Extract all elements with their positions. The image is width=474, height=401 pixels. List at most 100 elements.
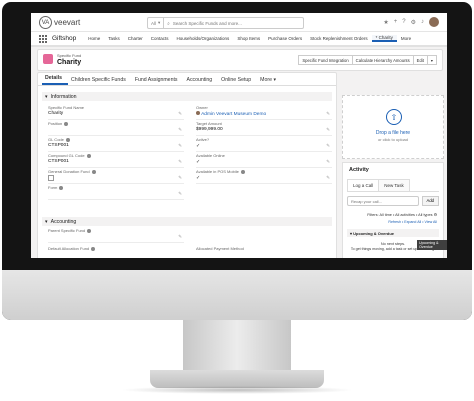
add-button[interactable]: Add: [421, 196, 439, 206]
pencil-icon[interactable]: ✎: [326, 111, 330, 117]
logo-text: veevart: [54, 18, 81, 27]
file-upload-dropzone[interactable]: ⇧ Drop a file here or click to upload: [342, 95, 444, 159]
nav-item-shop-items[interactable]: Shop Items: [233, 36, 264, 41]
accounting-fields: Parent Specific Fund ✎: [38, 226, 336, 246]
tab-details[interactable]: Details: [42, 75, 69, 85]
filters-text: Filters: All time • All activities • All…: [367, 213, 433, 217]
unchecked-icon: [48, 175, 54, 181]
tab-fund-assignments[interactable]: Fund Assignments: [132, 77, 184, 85]
info-icon[interactable]: [64, 121, 69, 126]
gear-icon[interactable]: ⚙: [411, 19, 416, 26]
global-header: VA veevart All ▾ ⌕ ★ + ? ⚙ ♪: [31, 13, 447, 32]
field-available-pos: Available in POS Mobile ✓ ✎: [196, 169, 332, 184]
upcoming-heading: Upcoming & Overdue: [353, 230, 395, 236]
tab-accounting[interactable]: Accounting: [184, 77, 219, 85]
tab-new-task[interactable]: New Task: [378, 179, 410, 191]
pencil-icon[interactable]: ✎: [326, 175, 330, 181]
nav-item-tasks[interactable]: Tasks: [104, 36, 124, 41]
pencil-icon[interactable]: ✎: [178, 111, 182, 117]
tab-online-setup[interactable]: Online Setup: [218, 77, 257, 85]
activity-refresh-links[interactable]: Refresh • Expand All • View All: [343, 220, 437, 224]
info-icon[interactable]: [91, 169, 96, 174]
pencil-icon[interactable]: ✎: [178, 234, 182, 240]
pencil-icon[interactable]: ✎: [178, 159, 182, 165]
record-tabs: Details Children Specific Funds Fund Ass…: [38, 73, 336, 86]
pencil-icon[interactable]: ✎: [326, 159, 330, 165]
search-input[interactable]: [169, 20, 296, 26]
nav-item-households[interactable]: Households/Organizations: [173, 36, 234, 41]
owner-link[interactable]: Admin Veevart Museum Demo: [201, 112, 266, 117]
info-icon[interactable]: [86, 153, 91, 158]
stand-shadow: [120, 386, 354, 394]
info-icon[interactable]: [87, 228, 92, 233]
field-value: ✓: [196, 143, 332, 149]
app-launcher-icon[interactable]: [39, 34, 47, 43]
add-icon[interactable]: +: [394, 19, 398, 25]
checked-icon: ✓: [196, 159, 201, 165]
info-icon[interactable]: [240, 169, 245, 174]
veevart-logo[interactable]: VA veevart: [39, 16, 80, 29]
field-value: $999,999.00: [196, 127, 223, 132]
chevron-down-icon: ▾: [45, 218, 48, 225]
edit-button[interactable]: Edit: [413, 55, 428, 65]
field-label-text: Form: [48, 185, 58, 190]
nav-item-stock-replenishment[interactable]: Stock Replenishment Orders: [306, 36, 372, 41]
pencil-icon[interactable]: ✎: [326, 143, 330, 149]
field-label-text: Default Allocation Fund: [48, 246, 90, 251]
checked-icon: ✓: [196, 175, 201, 181]
calculate-hierarchy-button[interactable]: Calculate Hierarchy Amounts: [352, 55, 414, 65]
pencil-icon[interactable]: ✎: [178, 143, 182, 149]
field-value: [48, 175, 184, 183]
search-scope-select[interactable]: All ▾: [148, 18, 165, 28]
tab-children-funds[interactable]: Children Specific Funds: [68, 77, 132, 85]
field-label: Compound GL Code: [48, 153, 184, 158]
field-label: Owner: [196, 105, 208, 110]
pencil-icon[interactable]: ✎: [178, 127, 182, 133]
nav-item-charter[interactable]: Charter: [124, 36, 147, 41]
nav-item-home[interactable]: Home: [84, 36, 104, 41]
nav-item-contacts[interactable]: Contacts: [147, 36, 173, 41]
favorites-icon[interactable]: ★: [383, 19, 388, 26]
field-label: Target Amount: [196, 121, 222, 126]
bell-icon[interactable]: ♪: [421, 19, 424, 25]
field-label-text: GL Code: [48, 137, 64, 142]
info-icon[interactable]: [65, 137, 70, 142]
specific-fund-integration-button[interactable]: Specific Fund Integration: [298, 55, 353, 65]
field-label: Position: [48, 121, 184, 126]
field-label-text: General Donation Fund: [48, 169, 90, 174]
accounting-fields-row2: Default Allocation Fund Allocated Paymen…: [38, 246, 336, 258]
info-icon[interactable]: [91, 246, 96, 251]
information-section-toggle[interactable]: ▾ Information: [42, 92, 332, 101]
field-label-text: Position: [48, 121, 63, 126]
record-actions: Specific Fund Integration Calculate Hier…: [298, 55, 437, 65]
field-value: CTSP001: [48, 159, 69, 164]
upcoming-overdue-toggle[interactable]: ▾ Upcoming & Overdue: [347, 229, 439, 237]
nav-item-more[interactable]: More: [397, 36, 415, 41]
tab-more[interactable]: More ▾: [257, 77, 282, 85]
field-position: Position ✎: [48, 121, 184, 136]
avatar[interactable]: [429, 17, 439, 27]
record-title: Charity: [57, 59, 82, 66]
field-label-text: Compound GL Code: [48, 153, 85, 158]
actions-dropdown-icon[interactable]: ▾: [427, 55, 437, 65]
field-fund-name: Specific Fund Name Charity ✎: [48, 105, 184, 120]
nav-item-charity[interactable]: * Charity: [371, 35, 397, 42]
checked-icon: ✓: [196, 143, 201, 149]
field-label: Form: [48, 185, 184, 190]
info-icon[interactable]: [59, 185, 64, 190]
pencil-icon[interactable]: ✎: [326, 127, 330, 133]
field-owner: Owner Admin Veevart Museum Demo ✎: [196, 105, 332, 120]
tab-log-a-call[interactable]: Log a Call: [347, 179, 380, 191]
nav-item-purchase-orders[interactable]: Purchase Orders: [264, 36, 306, 41]
accounting-section-toggle[interactable]: ▾ Accounting: [42, 217, 332, 226]
chevron-down-icon: ▾: [45, 93, 48, 100]
pencil-icon[interactable]: ✎: [178, 191, 182, 197]
recap-call-input[interactable]: [347, 196, 419, 206]
details-card: Details Children Specific Funds Fund Ass…: [37, 72, 337, 258]
activity-title: Activity: [349, 167, 369, 173]
tooltip: Upcoming & Overdue: [417, 240, 447, 250]
gear-icon[interactable]: ⚙: [434, 213, 437, 217]
help-icon[interactable]: ?: [402, 19, 405, 25]
pencil-icon[interactable]: ✎: [178, 175, 182, 181]
activity-filters: Filters: All time • All activities • All…: [343, 212, 437, 217]
